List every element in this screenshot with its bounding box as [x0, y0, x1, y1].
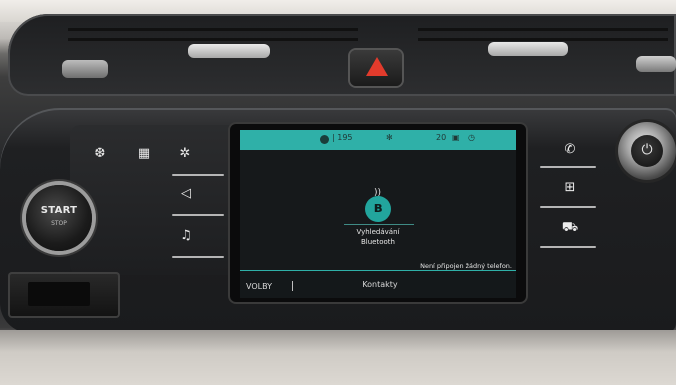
- power-volume-knob[interactable]: ⏻: [618, 122, 676, 180]
- hazard-warning-icon: [366, 57, 388, 76]
- vent-slat: [68, 38, 358, 41]
- stop-label: STOP: [51, 220, 67, 227]
- hazard-button[interactable]: [350, 50, 402, 86]
- storage-slot: [8, 272, 120, 318]
- bluetooth-search-line2: Bluetooth: [361, 238, 395, 246]
- air-vent-panel: [8, 14, 676, 96]
- status-message: Není připojen žádný telefon.: [420, 262, 512, 270]
- fan-icon[interactable]: ✻: [386, 133, 393, 142]
- temperature-icon[interactable]: [320, 135, 329, 144]
- bluetooth-icon: ʙ: [365, 196, 391, 222]
- media-icon[interactable]: ▣: [452, 133, 460, 142]
- separator: [292, 281, 293, 291]
- separator: [172, 256, 224, 258]
- climate-icon[interactable]: ✲: [174, 146, 196, 161]
- divider: [344, 224, 414, 225]
- start-label: START: [40, 205, 78, 216]
- vent-knob-left[interactable]: [62, 60, 108, 78]
- power-icon: ⏻: [641, 142, 653, 158]
- screen-top-bar: | 195 ✻ 20 ▣ ◷: [240, 130, 516, 150]
- vent-slat: [68, 28, 358, 31]
- touchscreen: | 195 ✻ 20 ▣ ◷ )) ʙ Vyhledávání Bluetoot…: [240, 130, 516, 298]
- car-icon[interactable]: ⛟: [560, 220, 580, 237]
- power-button[interactable]: ⏻: [631, 135, 663, 167]
- apps-grid-icon[interactable]: ⊞: [560, 180, 580, 195]
- separator: [540, 206, 596, 208]
- climate-value[interactable]: | 195: [332, 133, 353, 142]
- separator: [540, 166, 596, 168]
- options-button[interactable]: VOLBY: [246, 282, 272, 291]
- vent-tab-left[interactable]: [188, 44, 270, 58]
- lower-dashboard: [0, 330, 676, 385]
- screen-bottom-bar: VOLBY Kontakty: [240, 270, 516, 298]
- music-note-icon[interactable]: ♫: [176, 228, 196, 243]
- car-dashboard-photo: START STOP ❆ ▦ ✲ ◁ ♫ | 195 ✻ 20 ▣ ◷ )) ʙ…: [0, 0, 676, 385]
- vent-knob-right[interactable]: [636, 56, 676, 72]
- front-defrost-icon[interactable]: ❆: [90, 146, 110, 161]
- storage-slot-opening: [28, 282, 90, 306]
- rear-defrost-icon[interactable]: ▦: [134, 146, 154, 161]
- separator: [172, 214, 224, 216]
- separator: [172, 174, 224, 176]
- bluetooth-search-line1: Vyhledávání: [356, 228, 400, 236]
- clock-icon[interactable]: ◷: [468, 133, 475, 142]
- navigation-icon[interactable]: ◁: [176, 186, 196, 201]
- volume-value[interactable]: 20: [436, 133, 446, 142]
- separator: [540, 246, 596, 248]
- vent-slat: [418, 38, 668, 41]
- start-stop-button[interactable]: START STOP: [26, 185, 92, 251]
- phone-icon[interactable]: ✆: [560, 142, 580, 157]
- vent-tab-right[interactable]: [488, 42, 568, 56]
- vent-slat: [418, 28, 668, 31]
- contacts-button[interactable]: Kontakty: [330, 280, 430, 289]
